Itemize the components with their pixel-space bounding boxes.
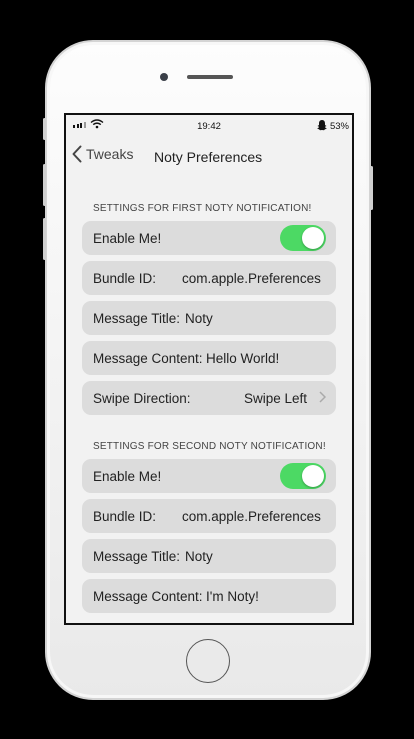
bundle-id-row-second[interactable]: Bundle ID: com.apple.Preferences: [82, 499, 336, 533]
enable-label: Enable Me!: [93, 468, 162, 484]
back-label: Tweaks: [86, 146, 134, 162]
message-content-value: I'm Noty!: [206, 588, 259, 604]
bundle-id-value: com.apple.Preferences: [182, 508, 321, 524]
front-camera: [160, 73, 168, 81]
mute-switch: [43, 118, 46, 140]
message-content-row-second[interactable]: Message Content: I'm Noty!: [82, 579, 336, 613]
page-title: Noty Preferences: [154, 149, 263, 165]
message-content-label: Message Content:: [93, 588, 203, 604]
message-title-row-second[interactable]: Message Title: Noty: [82, 539, 336, 573]
section-header-first: SETTINGS FOR FIRST NOTY NOTIFICATION!: [93, 203, 312, 214]
message-title-label: Message Title:: [93, 310, 181, 326]
back-button[interactable]: Tweaks: [72, 145, 133, 163]
message-content-row-first[interactable]: Message Content: Hello World!: [82, 341, 336, 375]
navigation-bar: Tweaks Noty Preferences: [66, 139, 352, 175]
message-title-value: Noty: [185, 548, 213, 564]
chevron-left-icon: [72, 145, 82, 163]
message-title-label: Message Title:: [93, 548, 181, 564]
message-title-row-first[interactable]: Message Title: Noty: [82, 301, 336, 335]
bundle-id-value: com.apple.Preferences: [182, 270, 321, 286]
toggle-knob: [302, 227, 324, 249]
enable-row-first: Enable Me!: [82, 221, 336, 255]
battery-percentage: 53%: [329, 121, 349, 132]
message-content-value: Hello World!: [206, 350, 280, 366]
swipe-direction-row-first[interactable]: Swipe Direction: Swipe Left: [82, 381, 336, 415]
toggle-knob: [302, 465, 324, 487]
settings-list: SETTINGS FOR FIRST NOTY NOTIFICATION! En…: [66, 185, 352, 619]
screen: 19:42 53% Tweaks Noty Preferences SETTIN…: [64, 113, 354, 625]
bundle-id-label: Bundle ID:: [93, 270, 157, 286]
volume-down-button: [43, 218, 46, 260]
bundle-id-label: Bundle ID:: [93, 508, 157, 524]
enable-row-second: Enable Me!: [82, 459, 336, 493]
bundle-id-row-first[interactable]: Bundle ID: com.apple.Preferences: [82, 261, 336, 295]
snapchat-ghost-icon: [317, 120, 327, 131]
message-title-value: Noty: [185, 310, 213, 326]
status-bar: 19:42 53%: [66, 115, 352, 137]
status-time: 19:42: [197, 121, 221, 132]
phone-frame: 19:42 53% Tweaks Noty Preferences SETTIN…: [43, 40, 373, 700]
earpiece-speaker: [187, 75, 233, 79]
power-button: [370, 166, 373, 210]
enable-toggle-second[interactable]: [280, 463, 326, 489]
enable-toggle-first[interactable]: [280, 225, 326, 251]
section-header-second: SETTINGS FOR SECOND NOTY NOTIFICATION!: [93, 441, 326, 452]
swipe-direction-label: Swipe Direction:: [93, 390, 191, 406]
home-button[interactable]: [186, 639, 230, 683]
enable-label: Enable Me!: [93, 230, 162, 246]
swipe-direction-value: Swipe Left: [243, 390, 307, 406]
message-content-label: Message Content:: [93, 350, 203, 366]
chevron-right-icon: [319, 391, 326, 403]
volume-up-button: [43, 164, 46, 206]
